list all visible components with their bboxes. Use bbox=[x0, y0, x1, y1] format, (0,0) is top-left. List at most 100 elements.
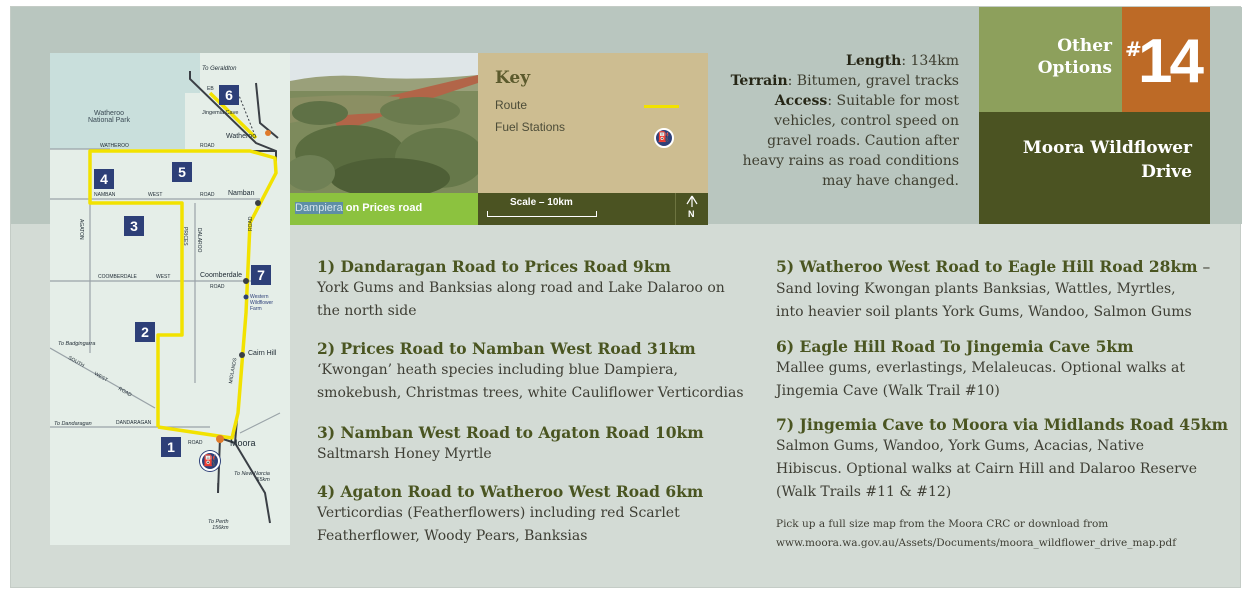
footer-url: www.moora.wa.gov.au/Assets/Documents/moo… bbox=[776, 537, 1177, 549]
section-5-title: 5) Watheroo West Road to Eagle Hill Road… bbox=[776, 256, 1210, 278]
terrain-value: : Bitumen, gravel tracks bbox=[787, 73, 959, 89]
section-4-title: 4) Agaton Road to Watheroo West Road 6km bbox=[317, 482, 704, 501]
access-line-2: gravel roads. Caution after bbox=[767, 133, 959, 149]
cairn-hill-dot bbox=[239, 352, 245, 358]
label-moora: Moora bbox=[230, 438, 256, 448]
section-5-line-2: into heavier soil plants York Gums, Wand… bbox=[776, 304, 1192, 320]
label-watheroo: Watheroo bbox=[226, 133, 257, 140]
label-coomberdale-road-a: COOMBERDALE bbox=[98, 274, 137, 280]
section-3: 3) Namban West Road to Agaton Road 10km … bbox=[317, 422, 704, 466]
photo-caption: Dampiera on Prices road bbox=[290, 193, 478, 225]
route-map: To Geraldton Jingemia Cave EB Watheroo N… bbox=[50, 53, 290, 545]
label-cairn-hill: Cairn Hill bbox=[248, 350, 277, 357]
section-2-line-2: smokebush, Christmas trees, white Caulif… bbox=[317, 385, 744, 401]
scale-line bbox=[487, 211, 597, 217]
access-label: Access bbox=[774, 93, 828, 109]
section-6-title: 6) Eagle Hill Road To Jingemia Cave 5km bbox=[776, 337, 1134, 356]
label-national-park-line-2: National Park bbox=[88, 117, 131, 124]
coomberdale-dot bbox=[243, 278, 249, 284]
moora-dot bbox=[216, 435, 224, 443]
brochure-panel: To Geraldton Jingemia Cave EB Watheroo N… bbox=[10, 6, 1242, 588]
badge-5: 5 bbox=[172, 162, 192, 182]
info-length: Length: 134km bbox=[711, 51, 959, 71]
length-value: : 134km bbox=[901, 53, 959, 69]
drive-title-panel: Moora Wildflower Drive bbox=[979, 112, 1210, 224]
other-options-title: Other Options bbox=[1038, 35, 1112, 79]
national-park-area bbox=[50, 53, 185, 149]
info-access: Access: Suitable for most bbox=[711, 91, 959, 111]
drive-title-line-2: Drive bbox=[1141, 162, 1192, 182]
label-national-park-line-1: Watheroo bbox=[93, 110, 125, 117]
label-new-norcia: To New Norcia 55km bbox=[234, 471, 270, 483]
other-options-line-2: Options bbox=[1037, 58, 1112, 78]
other-options-panel: Other Options bbox=[979, 7, 1122, 112]
section-5-dash: – bbox=[1197, 258, 1211, 276]
label-namban-road-b: WEST bbox=[148, 192, 163, 198]
label-perth-line-2: 156km bbox=[212, 525, 229, 531]
fuel-station-icon: ⛽ bbox=[200, 451, 220, 471]
caption-rest: on Prices road bbox=[342, 202, 423, 214]
key-fuel-label: Fuel Stations bbox=[495, 120, 566, 134]
drive-info: Length: 134km Terrain: Bitumen, gravel t… bbox=[711, 51, 959, 191]
section-7: 7) Jingemia Cave to Moora via Midlands R… bbox=[776, 414, 1228, 504]
drive-number-panel: # 14 bbox=[1122, 7, 1210, 112]
other-options-line-1: Other bbox=[1057, 36, 1112, 56]
terrain-label: Terrain bbox=[730, 73, 788, 89]
label-prices-road: PRICES bbox=[182, 227, 188, 246]
section-4-line-2: Featherflower, Woody Pears, Banksias bbox=[317, 528, 588, 544]
dampiera-photo bbox=[290, 53, 478, 193]
label-wildflower-farm-line-3: Farm bbox=[250, 306, 262, 312]
label-namban: Namban bbox=[228, 190, 255, 197]
key-route-swatch bbox=[644, 105, 679, 108]
label-coomberdale-road-b: WEST bbox=[156, 274, 171, 280]
road-to-geraldton bbox=[255, 82, 279, 139]
footer-line-1: Pick up a full size map from the Moora C… bbox=[776, 518, 1109, 530]
photo-drawing bbox=[290, 53, 478, 193]
section-7-title: 7) Jingemia Cave to Moora via Midlands R… bbox=[776, 415, 1228, 434]
label-dandaragan-road: DANDARAGAN bbox=[116, 420, 152, 426]
section-4-line-1: Verticordias (Featherflowers) including … bbox=[317, 505, 680, 521]
section-2: 2) Prices Road to Namban West Road 31km … bbox=[317, 338, 744, 405]
label-eneabba: EB bbox=[207, 86, 214, 92]
north-arrow: N bbox=[675, 193, 708, 225]
label-agaton-road: AGATON bbox=[78, 219, 84, 240]
label-namban-road-c: ROAD bbox=[200, 192, 215, 198]
section-7-line-2: Hibiscus. Optional walks at Cairn Hill a… bbox=[776, 461, 1198, 477]
badge-4: 4 bbox=[94, 169, 114, 189]
label-road-vertical: ROAD bbox=[248, 216, 254, 231]
info-terrain: Terrain: Bitumen, gravel tracks bbox=[711, 71, 959, 91]
access-value: : Suitable for most bbox=[827, 93, 959, 109]
section-7-line-3: (Walk Trails #11 & #12) bbox=[776, 484, 952, 500]
key-fuel-icon: ⛽ bbox=[654, 128, 674, 148]
label-geraldton: To Geraldton bbox=[202, 66, 237, 72]
label-new-norcia-line-2: 55km bbox=[256, 477, 270, 483]
scale-label: Scale – 10km bbox=[510, 197, 573, 208]
section-1-title: 1) Dandaragan Road to Prices Road 9km bbox=[317, 257, 671, 276]
section-1-line-1: York Gums and Banksias along road and La… bbox=[317, 280, 725, 296]
badge-1: 1 bbox=[161, 437, 181, 457]
minor-road-east bbox=[239, 412, 281, 434]
footer-note: Pick up a full size map from the Moora C… bbox=[776, 515, 1216, 553]
badge-7: 7 bbox=[251, 265, 271, 285]
access-line-1: vehicles, control speed on bbox=[774, 113, 959, 129]
section-3-title: 3) Namban West Road to Agaton Road 10km bbox=[317, 423, 704, 442]
label-watheroo-road-b: ROAD bbox=[200, 143, 215, 149]
section-2-title: 2) Prices Road to Namban West Road 31km bbox=[317, 339, 696, 358]
badge-6: 6 bbox=[219, 85, 239, 105]
caption-highlight: Dampiera bbox=[295, 202, 343, 214]
section-1-line-2: the north side bbox=[317, 303, 417, 319]
drive-title: Moora Wildflower Drive bbox=[1023, 136, 1192, 184]
north-label: N bbox=[688, 209, 695, 219]
wildflower-farm-dot bbox=[243, 294, 249, 300]
namban-dot bbox=[255, 200, 261, 206]
label-road-small: ROAD bbox=[188, 440, 203, 446]
watheroo-dot bbox=[265, 130, 271, 136]
section-6: 6) Eagle Hill Road To Jingemia Cave 5km … bbox=[776, 336, 1185, 403]
key-route-label: Route bbox=[495, 98, 528, 112]
label-watheroo-road-a: WATHEROO bbox=[100, 143, 129, 149]
drive-number: 14 bbox=[1138, 27, 1204, 96]
drive-title-line-1: Moora Wildflower bbox=[1022, 138, 1192, 158]
section-7-line-1: Salmon Gums, Wandoo, York Gums, Acacias,… bbox=[776, 438, 1144, 454]
label-wildflower-farm: Western Wildflower Farm bbox=[250, 294, 273, 312]
section-3-line-1: Saltmarsh Honey Myrtle bbox=[317, 446, 492, 462]
